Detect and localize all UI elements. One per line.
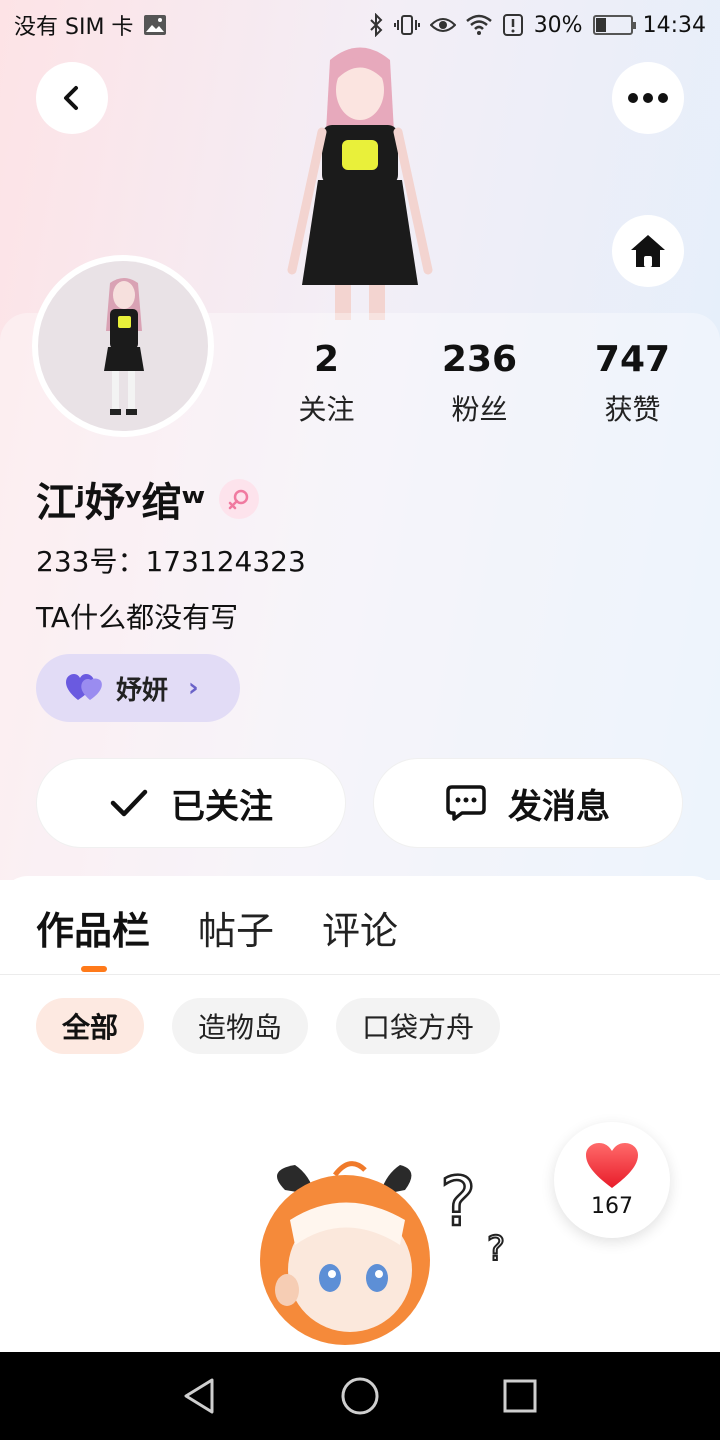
female-gender-icon (219, 479, 260, 519)
tab-posts[interactable]: 帖子 (198, 900, 274, 955)
system-navigation-bar (0, 1352, 720, 1440)
image-icon (143, 14, 167, 36)
chip-pocket-ark[interactable]: 口袋方舟 (336, 998, 501, 1054)
stats-row: 2 关注 236 粉丝 747 获赞 (250, 338, 720, 428)
eye-icon (429, 15, 456, 35)
check-icon (110, 789, 148, 817)
like-floating-button[interactable]: 167 (554, 1122, 670, 1238)
chevron-left-icon (64, 86, 78, 110)
content-tabs: 作品栏 帖子 评论 (36, 900, 398, 955)
home-button[interactable] (612, 215, 684, 287)
send-message-button[interactable]: 发消息 (373, 758, 683, 848)
character-avatar-3d (287, 47, 433, 320)
heart-icon (586, 1142, 638, 1188)
stat-value: 2 (313, 339, 340, 380)
send-message-label: 发消息 (508, 786, 610, 827)
divider (0, 974, 720, 975)
filter-chips: 全部 造物岛 口袋方舟 (36, 998, 501, 1054)
home-icon (631, 235, 665, 267)
username-row: 江ʲ妤ʸ绾ʷ (36, 470, 260, 528)
nav-back-icon[interactable] (180, 1376, 220, 1416)
stat-label: 关注 (298, 393, 355, 426)
svg-text:?: ? (440, 1163, 476, 1242)
chip-all[interactable]: 全部 (36, 998, 145, 1054)
wifi-icon (465, 14, 492, 36)
nav-recents-icon[interactable] (500, 1376, 540, 1416)
stat-value: 236 (441, 339, 518, 380)
heart-icon (66, 674, 102, 700)
vibrate-icon (393, 13, 420, 37)
battery-icon (592, 15, 636, 35)
username: 江ʲ妤ʸ绾ʷ (36, 480, 206, 526)
avatar-image (38, 261, 208, 431)
cp-tag-label: 妤妍 (116, 675, 169, 706)
carrier-text: 没有 SIM 卡 (14, 15, 134, 40)
stat-label: 获赞 (604, 393, 661, 426)
active-tab-indicator (81, 966, 107, 972)
following-label: 已关注 (171, 786, 273, 827)
bluetooth-icon (368, 13, 384, 37)
back-button[interactable] (36, 62, 108, 134)
svg-text:?: ? (487, 1229, 505, 1269)
clock: 14:34 (642, 12, 706, 38)
chevron-right-icon: › (188, 673, 199, 703)
user-id: 233号：173124323 (36, 545, 306, 578)
like-count: 167 (591, 1193, 633, 1219)
cp-tag-button[interactable]: 妤妍 › (36, 654, 240, 722)
alert-icon (502, 13, 524, 37)
stat-followers[interactable]: 236 粉丝 (403, 338, 556, 428)
chat-bubble-icon (446, 785, 486, 821)
more-options-button[interactable] (612, 62, 684, 134)
more-dots-icon (628, 93, 668, 103)
battery-percent: 30% (533, 12, 583, 38)
stat-label: 粉丝 (451, 393, 508, 426)
tab-works[interactable]: 作品栏 (36, 900, 150, 955)
stat-value: 747 (594, 339, 671, 380)
stat-following[interactable]: 2 关注 (250, 338, 403, 428)
chip-creation-island[interactable]: 造物岛 (172, 998, 309, 1054)
tab-comments[interactable]: 评论 (322, 900, 398, 955)
stat-likes[interactable]: 747 获赞 (556, 338, 709, 428)
empty-state-mascot: ? ? (260, 1161, 506, 1345)
following-button[interactable]: 已关注 (36, 758, 346, 848)
avatar[interactable] (32, 255, 214, 437)
bio-text: TA什么都没有写 (36, 601, 239, 634)
nav-home-icon[interactable] (340, 1376, 380, 1416)
